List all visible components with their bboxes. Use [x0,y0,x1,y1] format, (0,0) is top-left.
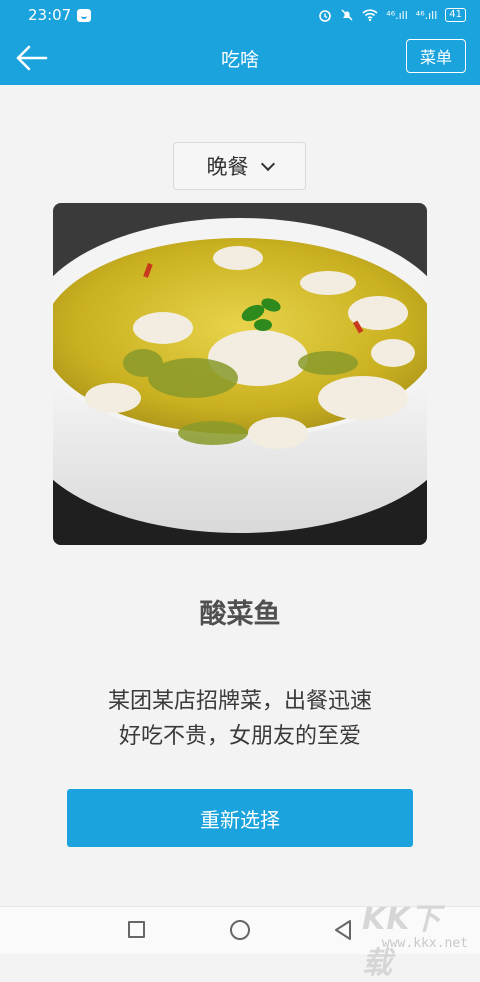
home-icon[interactable] [230,920,250,940]
recent-apps-icon[interactable] [128,921,145,938]
chevron-down-icon [260,156,275,171]
watermark: KK下载 www.kkx.net [362,894,472,981]
status-left: 23:07 [28,6,92,24]
signal-indicator-1: ⁴⁶.ıll [386,8,408,22]
mute-icon [341,9,353,21]
meal-type-value: 晚餐 [206,155,249,179]
dish-description-line-2: 好吃不贵，女朋友的至爱 [118,724,361,749]
signal-indicator-2: ⁴⁶.ıll [415,8,438,22]
dish-description-line-1: 某团某店招牌菜，出餐迅速 [107,689,372,714]
dish-photo [53,203,427,545]
status-time: 23:07 [28,6,72,24]
status-right: ⁴⁶.ıll ⁴⁶.ıll 41 [318,8,466,22]
meal-type-dropdown[interactable]: 晚餐 [173,142,306,190]
app-bar: 吃啥 菜单 [0,30,480,85]
watermark-url: www.kkx.net [381,936,468,951]
notification-icon [77,8,92,22]
dish-description: 某团某店招牌菜，出餐迅速 好吃不贵，女朋友的至爱 [0,684,480,754]
menu-button[interactable]: 菜单 [406,39,466,73]
nav-back-icon[interactable] [333,919,353,941]
alarm-icon [319,10,332,22]
wifi-icon [362,9,378,22]
dish-name: 酸菜鱼 [199,599,281,630]
status-bar: 23:07 ⁴⁶.ıll ⁴⁶.ıll 41 [0,0,480,30]
battery-icon: 41 [445,8,466,22]
reselect-button[interactable]: 重新选择 [67,789,413,847]
